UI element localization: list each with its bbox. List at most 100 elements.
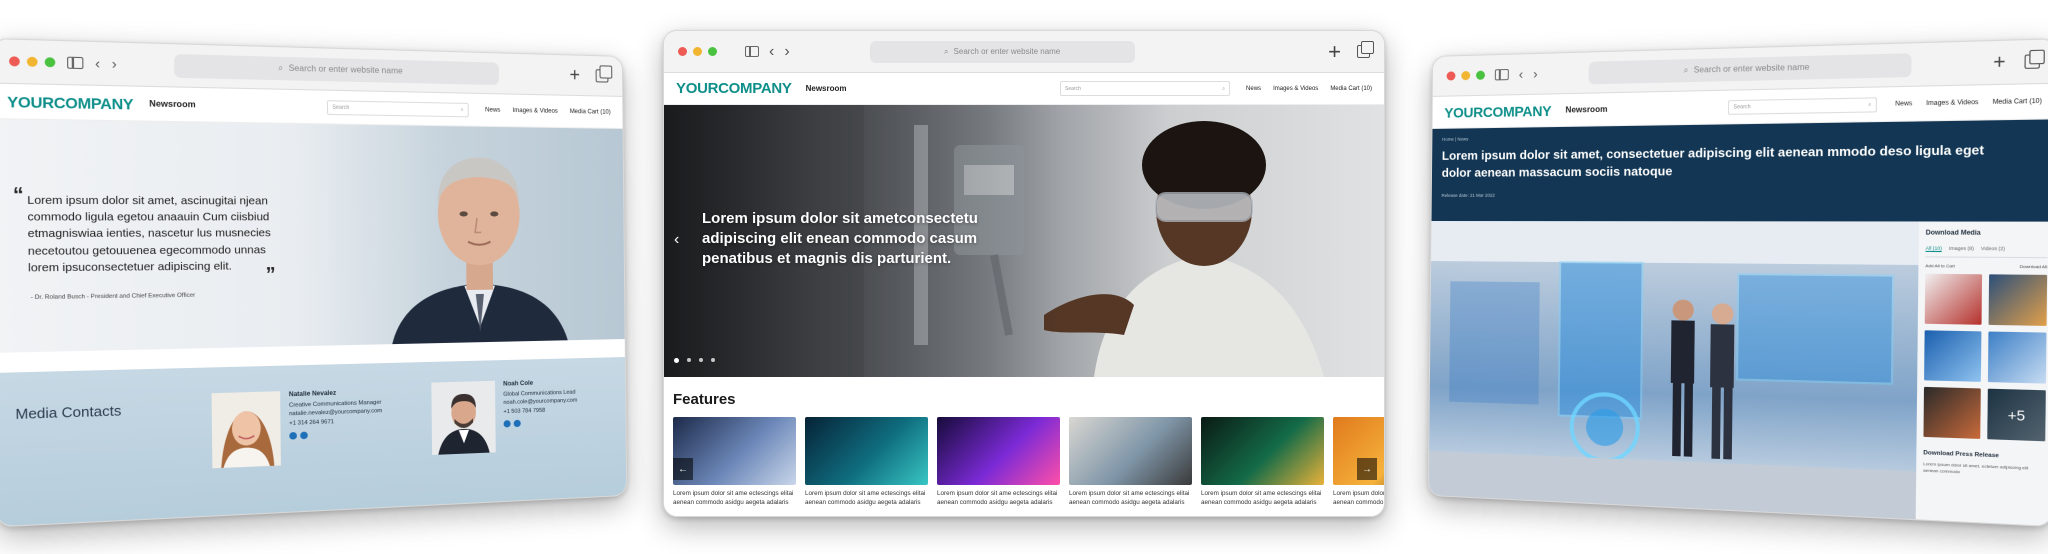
site-search-input[interactable]: Search ⌕ bbox=[1060, 81, 1231, 96]
more-media-count: +5 bbox=[1987, 388, 2046, 442]
feature-card[interactable]: Lorem ipsum dolor sit ame ectescings eli… bbox=[937, 417, 1060, 508]
tab-overview-icon[interactable] bbox=[2024, 54, 2041, 69]
feature-card[interactable]: Lorem ipsum dolor sit ame ectescings eli… bbox=[805, 417, 928, 508]
forward-icon[interactable]: › bbox=[784, 43, 789, 60]
article-image bbox=[1428, 220, 1919, 522]
feature-card-text: Lorem ipsum dolor sit ame ectescings eli… bbox=[805, 490, 926, 507]
search-icon: ⌕ bbox=[278, 62, 284, 73]
quote-hero: “ Lorem ipsum dolor sit amet, ascinugita… bbox=[0, 119, 625, 353]
contact-phone[interactable]: +1 314 264 9671 bbox=[289, 417, 382, 430]
newsroom-label[interactable]: Newsroom bbox=[1565, 105, 1607, 115]
carousel-prev-button[interactable]: ← bbox=[673, 458, 693, 480]
contact-phone[interactable]: +1 503 784 7958 bbox=[503, 406, 577, 417]
feature-card[interactable]: Lorem ipsum dolor sit ame ectescings eli… bbox=[1201, 417, 1324, 508]
features-title: Features bbox=[673, 391, 736, 408]
hero-carousel: ‹ Lorem ipsum dolor sit ametconsectetu a… bbox=[664, 105, 1384, 377]
site-search-input[interactable]: Search ⌕ bbox=[326, 99, 469, 117]
nav-images-videos[interactable]: Images & Videos bbox=[1273, 86, 1318, 92]
hero-dot[interactable] bbox=[687, 358, 691, 362]
minimize-dot[interactable] bbox=[1461, 70, 1471, 81]
tab-videos[interactable]: Videos (2) bbox=[1981, 246, 2005, 253]
address-placeholder: Search or enter website name bbox=[953, 47, 1061, 56]
hero-dot[interactable] bbox=[711, 358, 715, 362]
article-title: Lorem ipsum dolor sit amet, consectetuer… bbox=[1441, 142, 1985, 181]
stage: ‹ › ⌕ Search or enter website name + YOU… bbox=[0, 0, 2048, 554]
address-bar[interactable]: ⌕ Search or enter website name bbox=[173, 53, 500, 85]
company-logo[interactable]: YOURCOMPANY bbox=[676, 80, 792, 97]
forward-icon[interactable]: › bbox=[112, 56, 117, 72]
tab-overview-icon[interactable] bbox=[595, 69, 609, 83]
tab-overview-icon[interactable] bbox=[1357, 41, 1374, 58]
hero-dot[interactable] bbox=[699, 358, 703, 362]
zoom-dot[interactable] bbox=[1476, 70, 1485, 80]
close-dot[interactable] bbox=[678, 47, 687, 56]
download-press-release-title[interactable]: Download Press Release bbox=[1923, 450, 2045, 461]
feature-thumbnail bbox=[1069, 417, 1192, 485]
carousel-next-button[interactable]: → bbox=[1357, 458, 1377, 480]
back-icon[interactable]: ‹ bbox=[769, 43, 774, 60]
minimize-dot[interactable] bbox=[26, 56, 38, 67]
media-thumbnail[interactable] bbox=[1924, 273, 1983, 325]
address-placeholder: Search or enter website name bbox=[288, 63, 403, 76]
feature-card-text: Lorem ipsum dolor sit ame ectescings eli… bbox=[1333, 490, 1385, 507]
company-logo[interactable]: YOURCOMPANY bbox=[7, 92, 133, 112]
press-release-summary: Lorem ipsum dolor sit amet, ectetuer adi… bbox=[1923, 460, 2029, 474]
sidebar-toggle-icon[interactable] bbox=[745, 46, 759, 57]
hero-headline[interactable]: Lorem ipsum dolor sit ametconsectetu adi… bbox=[702, 209, 1002, 268]
tab-images[interactable]: Images (8) bbox=[1949, 246, 1974, 253]
sidebar-toggle-icon[interactable] bbox=[66, 56, 84, 70]
contact-card: Noah Cole Global Communications Lead noa… bbox=[431, 378, 577, 455]
back-icon[interactable]: ‹ bbox=[95, 55, 100, 72]
hero-dot[interactable] bbox=[674, 358, 679, 363]
feature-card[interactable]: Lorem ipsum dolor sit ame ectescings eli… bbox=[1069, 417, 1192, 508]
contact-photo bbox=[211, 391, 281, 469]
article-body: Download Media All (10) Images (8) Video… bbox=[1428, 220, 2048, 528]
newsroom-label[interactable]: Newsroom bbox=[149, 99, 195, 110]
twitter-icon[interactable] bbox=[503, 420, 511, 428]
zoom-dot[interactable] bbox=[708, 47, 717, 56]
sidebar-toggle-icon[interactable] bbox=[1494, 68, 1509, 81]
feature-thumbnail bbox=[1201, 417, 1324, 485]
media-tabs: All (10) Images (8) Videos (2) bbox=[1925, 245, 2048, 259]
new-tab-icon[interactable]: + bbox=[1328, 39, 1341, 65]
nav-media-cart[interactable]: Media Cart (10) bbox=[570, 108, 611, 115]
zoom-dot[interactable] bbox=[44, 57, 56, 68]
add-all-to-cart-button[interactable]: Add All to Cart bbox=[1925, 263, 1955, 269]
feature-card-text: Lorem ipsum dolor sit ame ectescings eli… bbox=[1069, 490, 1190, 507]
close-dot[interactable] bbox=[8, 56, 20, 67]
twitter-icon[interactable] bbox=[289, 431, 297, 440]
site-search-input[interactable]: Search ⌕ bbox=[1728, 96, 1878, 115]
media-thumbnail[interactable] bbox=[1988, 274, 2048, 326]
back-icon[interactable]: ‹ bbox=[1519, 67, 1524, 82]
download-all-button[interactable]: Download All bbox=[2020, 264, 2048, 270]
media-thumbnail[interactable] bbox=[1924, 330, 1982, 382]
new-tab-icon[interactable]: + bbox=[569, 65, 580, 86]
site-search-placeholder: Search bbox=[1065, 85, 1081, 92]
window-controls bbox=[678, 47, 717, 56]
close-dot[interactable] bbox=[1446, 71, 1456, 81]
nav-media-cart[interactable]: Media Cart (10) bbox=[1993, 98, 2042, 106]
address-bar[interactable]: ⌕ Search or enter website name bbox=[1588, 52, 1913, 84]
nav-images-videos[interactable]: Images & Videos bbox=[1926, 99, 1979, 107]
linkedin-icon[interactable] bbox=[513, 419, 521, 428]
nav-images-videos[interactable]: Images & Videos bbox=[512, 107, 557, 114]
contact-photo bbox=[431, 380, 496, 455]
nav-news[interactable]: News bbox=[1895, 100, 1912, 107]
new-tab-icon[interactable]: + bbox=[1993, 51, 2006, 74]
download-media-title: Download Media bbox=[1925, 230, 1981, 237]
nav-media-cart[interactable]: Media Cart (10) bbox=[1330, 86, 1372, 92]
newsroom-label[interactable]: Newsroom bbox=[806, 84, 847, 93]
hero-prev-icon[interactable]: ‹ bbox=[674, 231, 679, 249]
linkedin-icon[interactable] bbox=[300, 431, 308, 440]
forward-icon[interactable]: › bbox=[1533, 66, 1538, 81]
company-logo[interactable]: YOURCOMPANY bbox=[1444, 102, 1551, 120]
minimize-dot[interactable] bbox=[693, 47, 702, 56]
tab-all[interactable]: All (10) bbox=[1925, 245, 1943, 253]
media-thumbnail[interactable] bbox=[1987, 331, 2047, 384]
address-bar[interactable]: ⌕ Search or enter website name bbox=[869, 40, 1135, 63]
breadcrumb[interactable]: Home | News bbox=[1442, 128, 2044, 141]
media-thumbnail-more[interactable]: +5 bbox=[1987, 388, 2046, 442]
nav-news[interactable]: News bbox=[485, 107, 500, 113]
media-thumbnail[interactable] bbox=[1923, 386, 1981, 439]
nav-news[interactable]: News bbox=[1246, 86, 1261, 92]
